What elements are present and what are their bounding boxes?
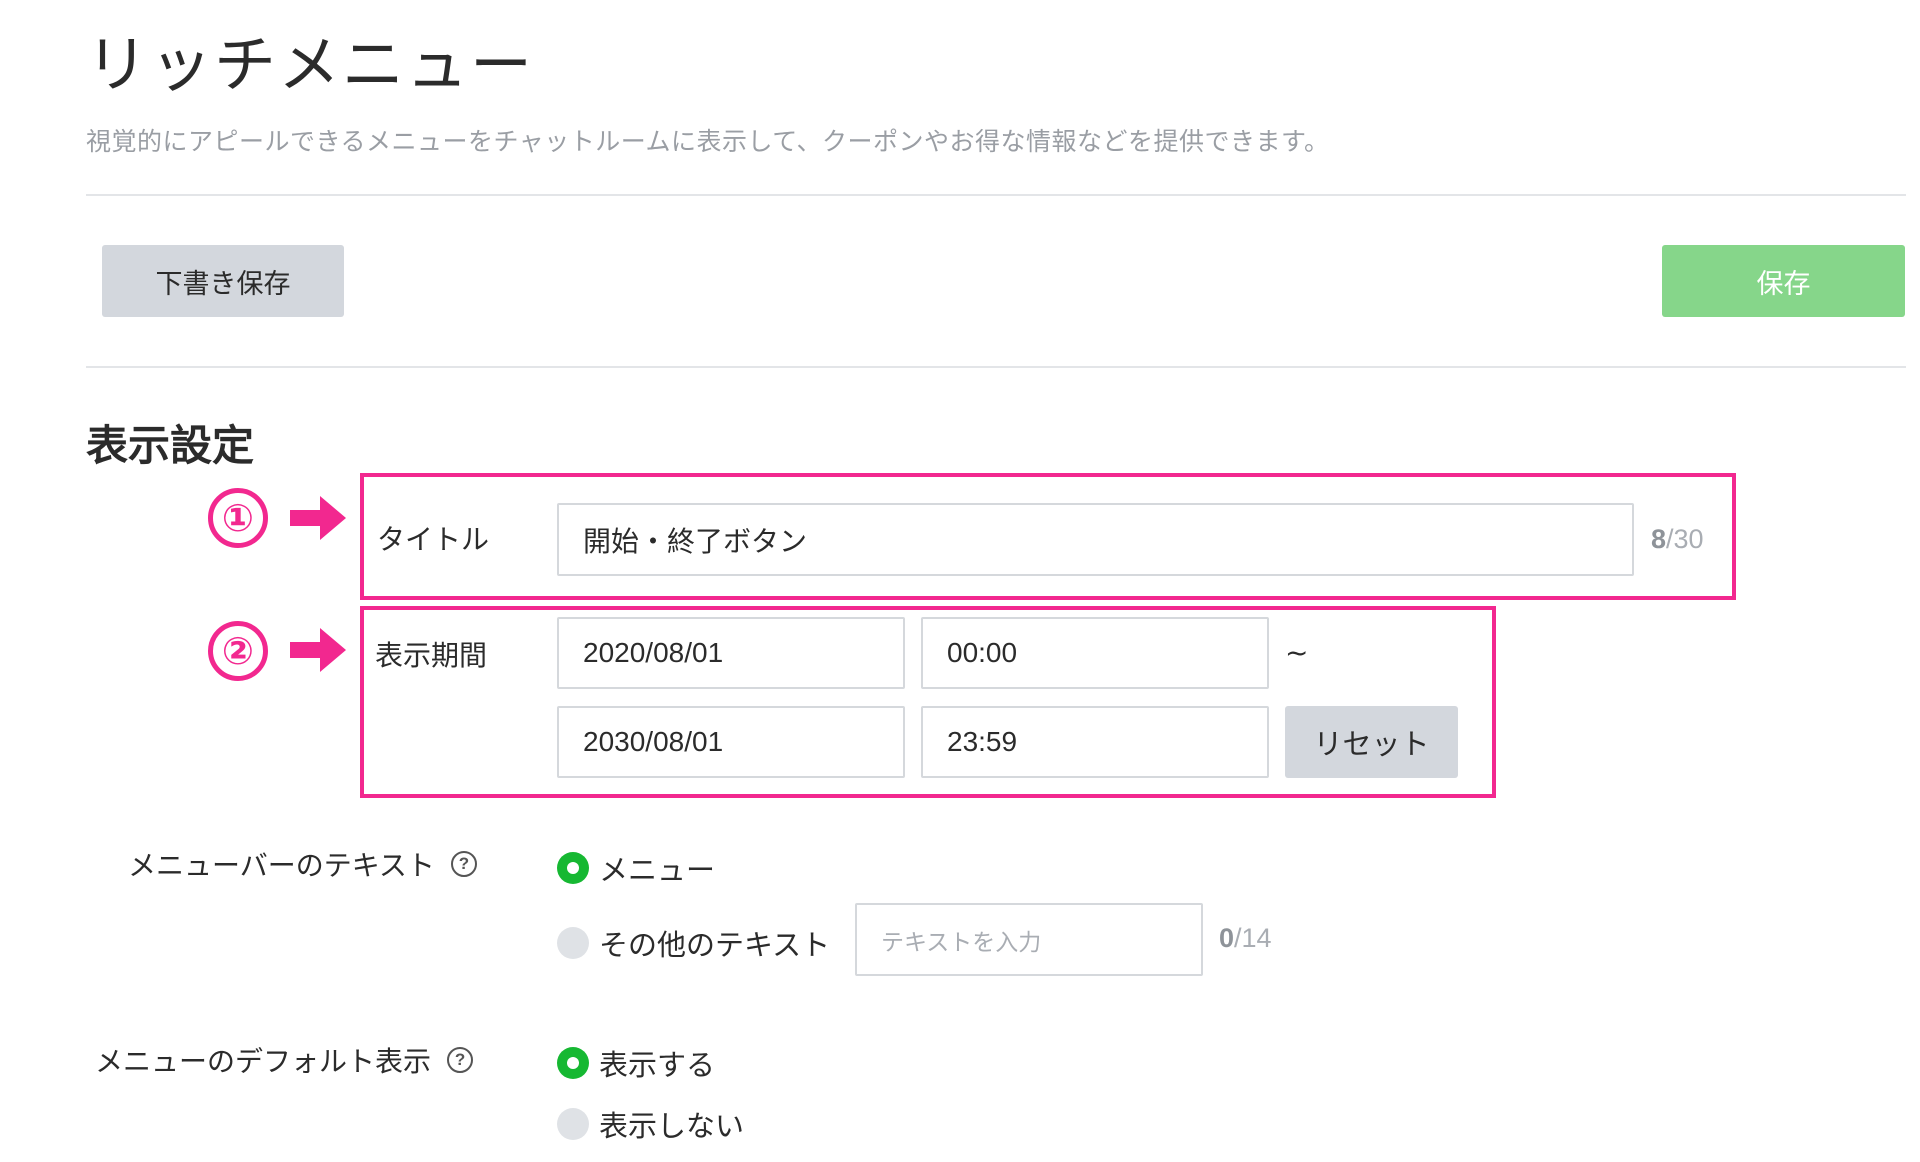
radio-label: その他のテキスト: [599, 928, 831, 962]
radio-menubar-menu[interactable]: メニュー: [557, 847, 715, 889]
title-char-counter: 8/30: [1651, 524, 1704, 555]
divider: [86, 194, 1906, 196]
end-time-input[interactable]: 23:59: [921, 706, 1269, 778]
menubar-text-char-counter: 0/14: [1219, 923, 1272, 954]
radio-label: 表示する: [599, 1048, 716, 1082]
page-title: リッチメニュー: [86, 28, 535, 101]
radio-label: メニュー: [599, 853, 716, 887]
title-char-max: /30: [1666, 524, 1704, 554]
annotation-marker-1: ①: [208, 488, 268, 548]
arrow-right-icon: [290, 628, 346, 672]
save-draft-button[interactable]: 下書き保存: [102, 245, 344, 317]
radio-selected-icon: [557, 1047, 589, 1079]
start-date-input[interactable]: 2020/08/01: [557, 617, 905, 689]
title-input[interactable]: 開始・終了ボタン: [557, 503, 1634, 576]
section-title-display-settings: 表示設定: [86, 421, 255, 470]
save-button[interactable]: 保存: [1662, 245, 1905, 317]
period-separator: ~: [1285, 636, 1309, 669]
end-date-input[interactable]: 2030/08/01: [557, 706, 905, 778]
page-description: 視覚的にアピールできるメニューをチャットルームに表示して、クーポンやお得な情報な…: [86, 127, 1330, 156]
radio-unselected-icon: [557, 1108, 589, 1140]
menubar-text-label-text: メニューバーのテキスト: [128, 849, 435, 882]
start-time-input[interactable]: 00:00: [921, 617, 1269, 689]
menubar-text-input[interactable]: テキストを入力: [855, 903, 1203, 976]
divider: [86, 366, 1906, 368]
radio-default-show[interactable]: 表示する: [557, 1042, 715, 1084]
reset-button[interactable]: リセット: [1285, 706, 1458, 778]
menubar-text-label: メニューバーのテキスト ?: [128, 844, 477, 884]
arrow-right-icon: [290, 496, 346, 540]
title-char-count: 8: [1651, 524, 1667, 554]
default-display-label: メニューのデフォルト表示 ?: [95, 1040, 474, 1080]
radio-unselected-icon: [557, 927, 589, 959]
title-label: タイトル: [377, 523, 490, 556]
menubar-text-char-max: /14: [1234, 923, 1272, 953]
default-display-label-text: メニューのデフォルト表示: [95, 1045, 432, 1078]
annotation-marker-2: ②: [208, 621, 268, 681]
menubar-text-char-count: 0: [1219, 923, 1235, 953]
help-icon[interactable]: ?: [450, 851, 477, 877]
radio-label: 表示しない: [599, 1109, 745, 1143]
period-label: 表示期間: [375, 639, 488, 672]
radio-menubar-other[interactable]: その他のテキスト: [557, 922, 830, 964]
radio-default-hide[interactable]: 表示しない: [557, 1103, 744, 1145]
help-icon[interactable]: ?: [447, 1047, 474, 1073]
radio-selected-icon: [557, 852, 589, 884]
